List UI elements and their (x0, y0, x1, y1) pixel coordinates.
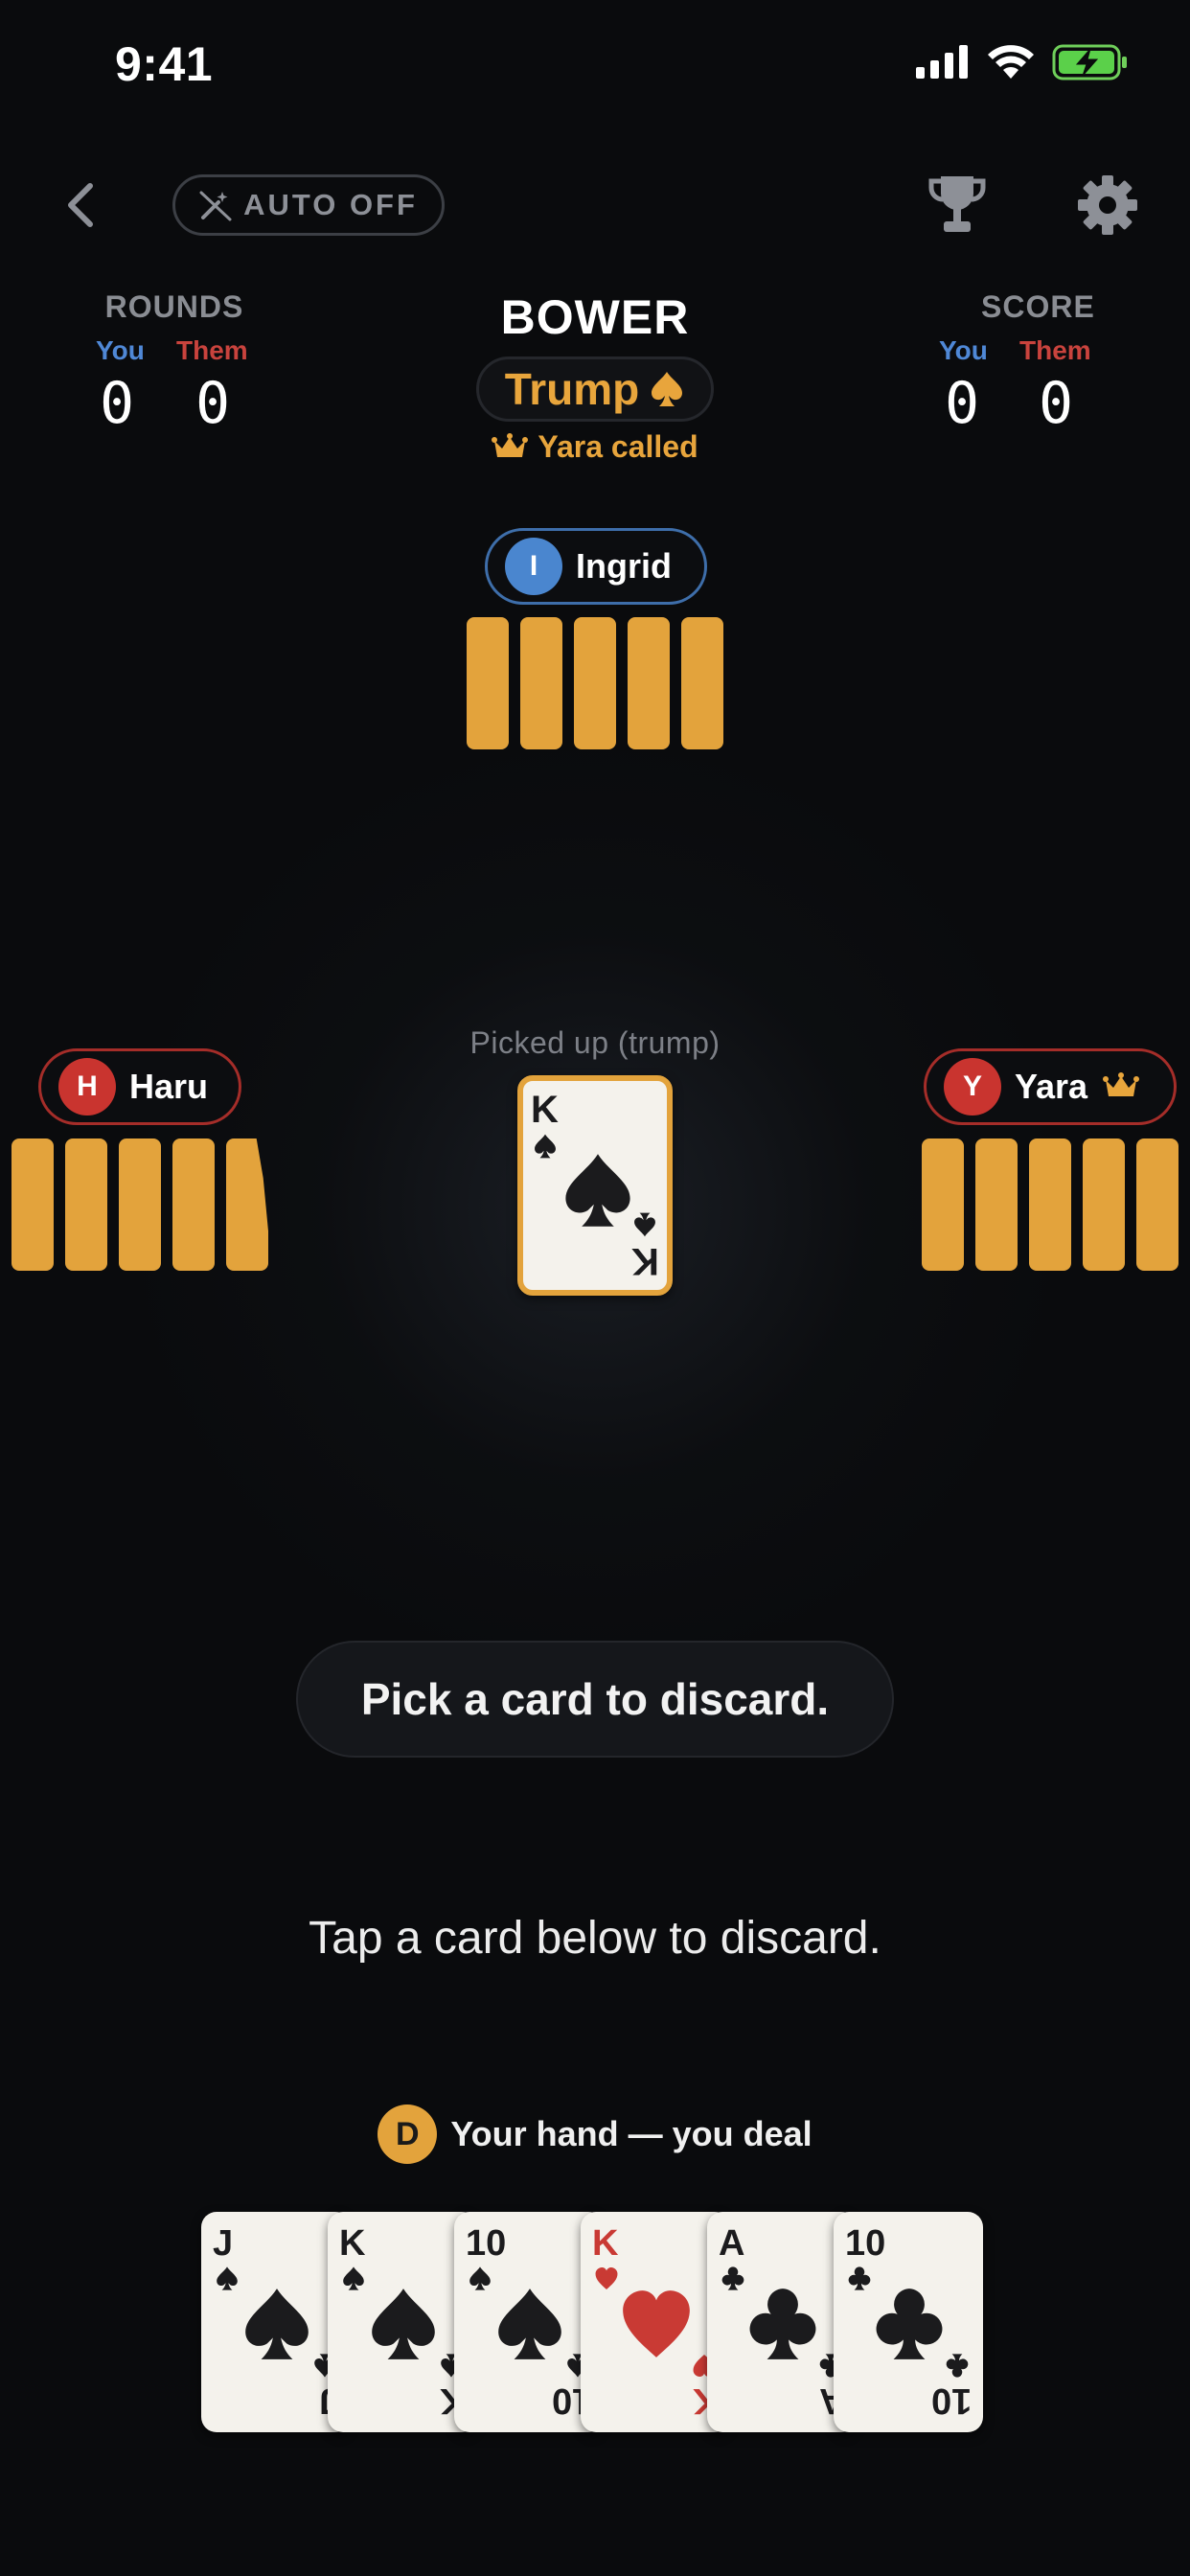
avatar: Y (944, 1058, 1001, 1116)
spade-icon (343, 2266, 364, 2290)
trump-label: Trump (504, 364, 640, 414)
crown-icon (492, 432, 529, 457)
opponent-card-back (65, 1138, 107, 1271)
card-rank: 10 (930, 2380, 972, 2421)
leaderboard-button[interactable] (927, 172, 987, 236)
hand-card[interactable]: 10 10 (834, 2212, 983, 2432)
chevron-left-icon (68, 183, 93, 227)
spade-icon (634, 1212, 655, 1237)
wifi-icon (987, 42, 1035, 85)
hand-label-text: Your hand — you deal (450, 2114, 812, 2153)
opponent-card-back (1083, 1138, 1125, 1271)
opponent-card-back (467, 617, 509, 749)
picked-up-card: K K (517, 1075, 673, 1296)
player-name: Ingrid (576, 546, 672, 586)
opponent-card-back (1029, 1138, 1071, 1271)
signal-icon (916, 44, 970, 83)
player-name: Haru (129, 1067, 209, 1106)
opponent-card-back (119, 1138, 161, 1271)
heart-icon (623, 2290, 690, 2358)
discard-instruction: Tap a card below to discard. (309, 1913, 881, 1964)
avatar: H (58, 1058, 116, 1116)
dealer-badge: D (378, 2104, 438, 2164)
trophy-icon (928, 176, 986, 232)
club-icon (876, 2288, 943, 2359)
caller-text: Yara called (538, 429, 698, 464)
heart-icon (595, 2267, 618, 2289)
card-rank: A (719, 2223, 745, 2264)
score-you-value: 0 (945, 370, 980, 437)
settings-button[interactable] (1077, 174, 1138, 236)
spade-icon (245, 2288, 309, 2359)
rounds-them-value: 0 (195, 370, 231, 437)
card-rank: 10 (845, 2223, 886, 2264)
opponent-card-back (628, 617, 670, 749)
card-rank: K (339, 2223, 366, 2264)
crown-icon (1103, 1072, 1140, 1096)
hand-label: D Your hand — you deal (0, 2104, 1190, 2164)
score-them-value: 0 (1039, 370, 1074, 437)
opponent-card-back (172, 1138, 215, 1271)
magic-wand-off-icon (199, 191, 232, 221)
opponent-card-back (520, 617, 562, 749)
card-rank: K (631, 1240, 659, 1282)
spade-icon (652, 372, 683, 406)
player-ingrid: I Ingrid (485, 528, 707, 605)
spade-icon (469, 2266, 491, 2290)
club-icon (946, 2354, 969, 2378)
club-icon (848, 2266, 871, 2290)
caller-info: Yara called (0, 429, 1190, 465)
opponent-card-back (975, 1138, 1018, 1271)
discard-prompt: Pick a card to discard. (296, 1641, 894, 1758)
player-name: Yara (1015, 1067, 1088, 1106)
spade-icon (535, 1134, 556, 1159)
picked-up-label: Picked up (trump) (469, 1025, 721, 1060)
status-time: 9:41 (115, 37, 214, 91)
opponent-card-back (681, 617, 723, 749)
card-rank: J (213, 2223, 234, 2264)
game-title: BOWER (500, 290, 690, 344)
card-rank: K (531, 1089, 559, 1131)
card-rank: 10 (466, 2223, 507, 2264)
auto-play-label: AUTO OFF (243, 188, 418, 221)
spade-icon (498, 2288, 561, 2359)
opponent-card-back (11, 1138, 54, 1271)
rounds-you-value: 0 (100, 370, 135, 437)
auto-play-toggle[interactable]: AUTO OFF (172, 174, 445, 236)
club-icon (721, 2266, 744, 2290)
trump-indicator: Trump (476, 356, 714, 422)
opponent-card-back (922, 1138, 964, 1271)
spade-icon (565, 1154, 630, 1227)
spade-icon (372, 2288, 435, 2359)
back-button[interactable] (56, 176, 109, 234)
gear-icon (1078, 175, 1137, 235)
club-icon (749, 2288, 816, 2359)
card-rank: K (592, 2223, 619, 2264)
spade-icon (217, 2266, 238, 2290)
avatar: I (505, 538, 562, 595)
opponent-card-back (574, 617, 616, 749)
opponent-card-back (1136, 1138, 1179, 1271)
battery-icon (1052, 44, 1129, 85)
